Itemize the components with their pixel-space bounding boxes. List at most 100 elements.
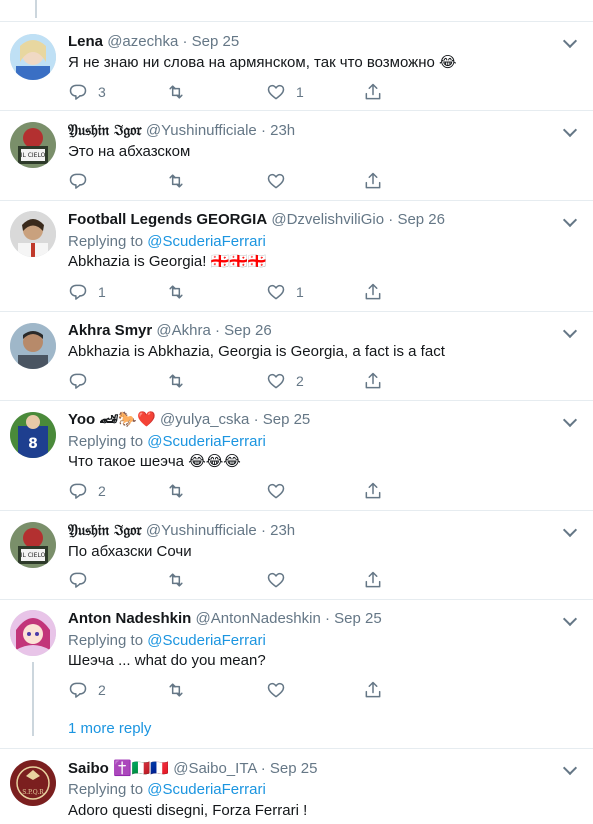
- display-name[interactable]: Yoo 🏎🐎❤️: [68, 411, 156, 428]
- user-handle[interactable]: @DzvelishviliGio: [271, 211, 384, 228]
- retweet-button[interactable]: [166, 169, 196, 193]
- like-button[interactable]: [266, 568, 296, 592]
- retweet-icon: [169, 484, 183, 498]
- tweet[interactable]: IL CIELO 𝔜𝔲𝔰𝔥𝔦𝔫 ℑ𝔤𝔬𝔯 @Yushinufficiale · …: [0, 511, 593, 599]
- user-handle[interactable]: @azechka: [107, 33, 178, 50]
- replying-label: Replying to: [68, 632, 144, 649]
- avatar[interactable]: [10, 211, 56, 257]
- like-count: 1: [296, 284, 304, 300]
- display-name[interactable]: Saibo ✝️🇮🇹🇫🇷: [68, 760, 169, 777]
- tweet-text: Abkhazia is Georgia! 🇬🇪🇬🇪🇬🇪: [68, 253, 267, 270]
- mention-link[interactable]: @ScuderiaFerrari: [147, 233, 266, 250]
- chevron-down-icon[interactable]: [562, 522, 578, 538]
- chevron-down-icon[interactable]: [562, 760, 578, 776]
- tweet-actions: 2: [68, 369, 388, 393]
- timestamp[interactable]: 23h: [270, 122, 295, 139]
- like-button[interactable]: 1: [266, 80, 304, 104]
- avatar[interactable]: IL CIELO: [10, 122, 56, 168]
- avatar[interactable]: IL CIELO: [10, 522, 56, 568]
- retweet-button[interactable]: [166, 369, 196, 393]
- separator-dot: ·: [182, 33, 188, 50]
- reply-button[interactable]: 3: [68, 80, 106, 104]
- avatar[interactable]: [10, 34, 56, 80]
- reply-button[interactable]: 2: [68, 479, 106, 503]
- reply-button[interactable]: [68, 369, 98, 393]
- timestamp[interactable]: Sep 26: [224, 322, 272, 339]
- user-handle[interactable]: @yulya_cska: [160, 411, 249, 428]
- retweet-button[interactable]: [166, 80, 196, 104]
- avatar[interactable]: [10, 323, 56, 369]
- tweet-header: Saibo ✝️🇮🇹🇫🇷 @Saibo_ITA · Sep 25: [68, 759, 553, 779]
- user-handle[interactable]: @Akhra: [156, 322, 210, 339]
- tweet[interactable]: IL CIELO 𝔜𝔲𝔰𝔥𝔦𝔫 ℑ𝔤𝔬𝔯 @Yushinufficiale · …: [0, 111, 593, 200]
- tweet[interactable]: Football Legends GEORGIA @DzvelishviliGi…: [0, 201, 593, 311]
- user-handle[interactable]: @AntonNadeshkin: [196, 610, 321, 627]
- tweet-header: Football Legends GEORGIA @DzvelishviliGi…: [68, 210, 553, 230]
- share-button[interactable]: [363, 678, 383, 702]
- tweet[interactable]: S.P.Q.R Saibo ✝️🇮🇹🇫🇷 @Saibo_ITA · Sep 25…: [0, 749, 593, 824]
- share-icon: [365, 681, 381, 698]
- chevron-down-icon[interactable]: [562, 33, 578, 49]
- retweet-icon: [169, 573, 183, 587]
- chevron-down-icon[interactable]: [562, 611, 578, 627]
- reply-button[interactable]: [68, 169, 98, 193]
- heart-icon: [267, 84, 285, 100]
- timestamp[interactable]: 23h: [270, 522, 295, 539]
- timestamp[interactable]: Sep 25: [192, 33, 240, 50]
- avatar[interactable]: S.P.Q.R: [10, 760, 56, 806]
- chevron-down-icon[interactable]: [562, 412, 578, 428]
- tweet-text: Abkhazia is Abkhazia, Georgia is Georgia…: [68, 343, 445, 360]
- tweet[interactable]: 8 Yoo 🏎🐎❤️ @yulya_cska · Sep 25 Replying…: [0, 401, 593, 510]
- tweet[interactable]: Akhra Smyr @Akhra · Sep 26 Abkhazia is A…: [0, 312, 593, 400]
- share-button[interactable]: [363, 369, 383, 393]
- retweet-button[interactable]: [166, 280, 196, 304]
- tweet-text: По абхазски Сочи: [68, 543, 192, 560]
- like-button[interactable]: 2: [266, 369, 304, 393]
- like-button[interactable]: [266, 479, 296, 503]
- tweet[interactable]: Anton Nadeshkin @AntonNadeshkin · Sep 25…: [0, 600, 593, 748]
- display-name[interactable]: Football Legends GEORGIA: [68, 211, 267, 228]
- avatar[interactable]: [10, 610, 56, 656]
- reply-button[interactable]: 2: [68, 678, 106, 702]
- reply-icon: [69, 373, 87, 389]
- tweet[interactable]: Lena @azechka · Sep 25 Я не знаю ни слов…: [0, 22, 593, 110]
- timestamp[interactable]: Sep 25: [334, 610, 382, 627]
- tweet-actions: 3 1: [68, 80, 388, 104]
- timestamp[interactable]: Sep 26: [397, 211, 445, 228]
- user-handle[interactable]: @Yushinufficiale: [146, 122, 257, 139]
- share-button[interactable]: [363, 169, 383, 193]
- mention-link[interactable]: @ScuderiaFerrari: [147, 433, 266, 450]
- heart-icon: [267, 173, 285, 189]
- share-button[interactable]: [363, 568, 383, 592]
- display-name[interactable]: Anton Nadeshkin: [68, 610, 191, 627]
- chevron-down-icon[interactable]: [562, 323, 578, 339]
- tweet-actions: [68, 568, 388, 592]
- share-button[interactable]: [363, 280, 383, 304]
- chevron-down-icon[interactable]: [562, 212, 578, 228]
- timestamp[interactable]: Sep 25: [270, 760, 318, 777]
- show-more-replies-link[interactable]: 1 more reply: [68, 720, 151, 737]
- share-button[interactable]: [363, 479, 383, 503]
- user-handle[interactable]: @Yushinufficiale: [146, 522, 257, 539]
- display-name[interactable]: Akhra Smyr: [68, 322, 152, 339]
- avatar[interactable]: 8: [10, 412, 56, 458]
- chevron-down-icon[interactable]: [562, 122, 578, 138]
- mention-link[interactable]: @ScuderiaFerrari: [147, 781, 266, 798]
- display-name[interactable]: 𝔜𝔲𝔰𝔥𝔦𝔫 ℑ𝔤𝔬𝔯: [68, 521, 142, 539]
- retweet-button[interactable]: [166, 479, 196, 503]
- user-handle[interactable]: @Saibo_ITA: [173, 760, 256, 777]
- like-button[interactable]: [266, 678, 296, 702]
- like-button[interactable]: 1: [266, 280, 304, 304]
- share-button[interactable]: [363, 80, 383, 104]
- like-button[interactable]: [266, 169, 296, 193]
- timestamp[interactable]: Sep 25: [263, 411, 311, 428]
- retweet-button[interactable]: [166, 678, 196, 702]
- reply-button[interactable]: 1: [68, 280, 106, 304]
- display-name[interactable]: Lena: [68, 33, 103, 50]
- share-icon: [365, 482, 381, 499]
- heart-icon: [267, 284, 285, 300]
- retweet-button[interactable]: [166, 568, 196, 592]
- display-name[interactable]: 𝔜𝔲𝔰𝔥𝔦𝔫 ℑ𝔤𝔬𝔯: [68, 121, 142, 139]
- mention-link[interactable]: @ScuderiaFerrari: [147, 632, 266, 649]
- reply-button[interactable]: [68, 568, 98, 592]
